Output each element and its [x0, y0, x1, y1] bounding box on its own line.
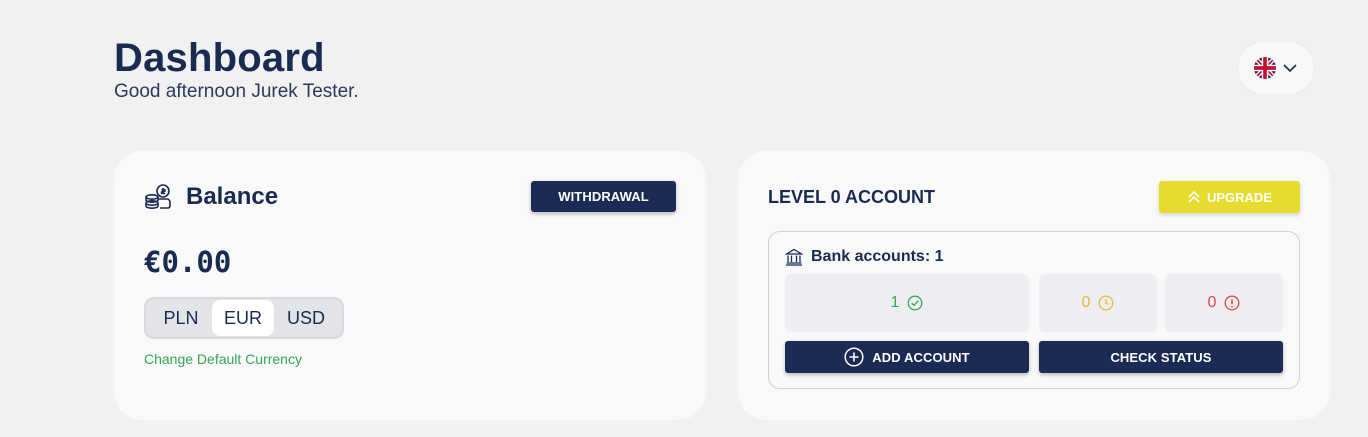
check-status-button[interactable]: CHECK STATUS [1039, 341, 1283, 373]
add-account-label: ADD ACCOUNT [872, 349, 970, 365]
rejected-count: 0 [1207, 294, 1217, 311]
balance-card: Balance WITHDRAWAL €0.00 PLN EUR USD Cha… [114, 151, 706, 420]
check-circle-icon [908, 295, 923, 311]
alert-circle-icon [1225, 295, 1240, 311]
currency-switcher: PLN EUR USD [144, 297, 344, 339]
coins-stack-icon [145, 184, 171, 210]
balance-amount: €0.00 [144, 245, 232, 279]
chevron-down-icon [1283, 64, 1297, 73]
withdrawal-button[interactable]: WITHDRAWAL [531, 181, 676, 212]
verified-accounts-stat: 1 [785, 274, 1029, 332]
level-account-card: LEVEL 0 ACCOUNT UPGRADE Bank accounts: 1… [738, 151, 1330, 420]
uk-flag-icon [1254, 57, 1276, 79]
plus-circle-icon [844, 347, 864, 367]
bank-accounts-label: Bank accounts: 1 [811, 248, 944, 265]
double-chevron-up-icon [1188, 190, 1200, 203]
bank-accounts-panel: Bank accounts: 1 1 0 0 ADD ACCOUNT CHECK… [768, 231, 1300, 389]
change-default-currency-link[interactable]: Change Default Currency [144, 351, 302, 367]
clock-icon [1099, 295, 1114, 311]
greeting-text: Good afternoon Jurek Tester. [114, 81, 359, 102]
currency-option-eur[interactable]: EUR [212, 300, 274, 336]
bank-building-icon [785, 248, 803, 266]
upgrade-button[interactable]: UPGRADE [1159, 181, 1300, 213]
add-account-button[interactable]: ADD ACCOUNT [785, 341, 1029, 373]
upgrade-label: UPGRADE [1206, 189, 1272, 205]
rejected-accounts-stat: 0 [1165, 274, 1283, 332]
currency-option-pln[interactable]: PLN [150, 300, 212, 336]
page-title: Dashboard [114, 36, 325, 80]
currency-option-usd[interactable]: USD [274, 300, 338, 336]
pending-accounts-stat: 0 [1039, 274, 1157, 332]
level-title: LEVEL 0 ACCOUNT [768, 187, 936, 207]
bank-accounts-header: Bank accounts: 1 [785, 248, 943, 266]
verified-count: 1 [890, 294, 900, 311]
balance-header: Balance [144, 183, 278, 211]
language-selector[interactable] [1238, 42, 1314, 94]
pending-count: 0 [1081, 294, 1091, 311]
balance-title: Balance [186, 183, 279, 210]
